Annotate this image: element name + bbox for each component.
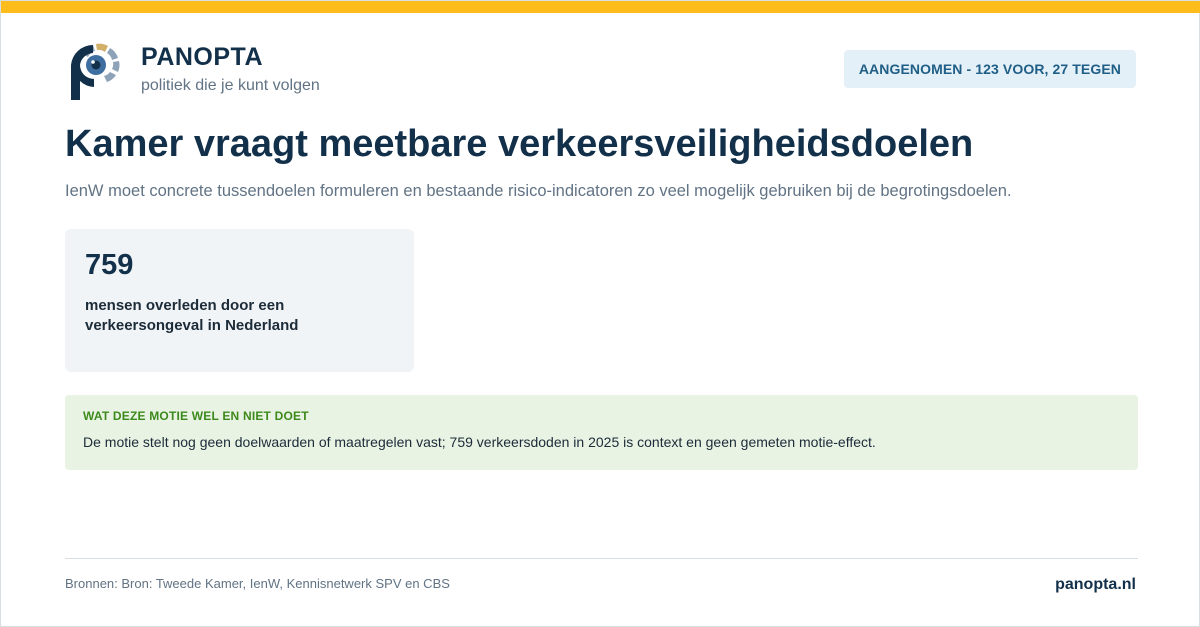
stat-label: mensen overleden door een verkeersongeva… bbox=[85, 297, 299, 334]
page-subtitle: IenW moet concrete tussendoelen formuler… bbox=[65, 182, 1012, 200]
footer-divider bbox=[65, 558, 1138, 559]
stat-card: 759 mensen overleden door een verkeerson… bbox=[65, 229, 414, 372]
accent-bar bbox=[1, 1, 1200, 13]
note-heading: WAT DEZE MOTIE WEL EN NIET DOET bbox=[83, 409, 309, 423]
stat-value: 759 bbox=[85, 249, 134, 281]
site-link[interactable]: panopta.nl bbox=[1055, 576, 1136, 594]
brand-name: PANOPTA bbox=[141, 43, 264, 71]
vote-status-badge: AANGENOMEN - 123 VOOR, 27 TEGEN bbox=[843, 50, 1136, 88]
page-title: Kamer vraagt meetbare verkeersveiligheid… bbox=[65, 123, 974, 165]
brand-tagline: politiek die je kunt volgen bbox=[141, 77, 320, 94]
share-card: PANOPTA politiek die je kunt volgen AANG… bbox=[0, 0, 1200, 627]
footer-sources: Bronnen: Bron: Tweede Kamer, IenW, Kenni… bbox=[65, 576, 450, 591]
brand-header[interactable]: PANOPTA politiek die je kunt volgen bbox=[69, 41, 320, 101]
motion-scope-note: WAT DEZE MOTIE WEL EN NIET DOET De motie… bbox=[65, 395, 1138, 470]
note-text: De motie stelt nog geen doelwaarden of m… bbox=[83, 434, 876, 450]
panopta-eye-logo-icon bbox=[71, 43, 120, 100]
